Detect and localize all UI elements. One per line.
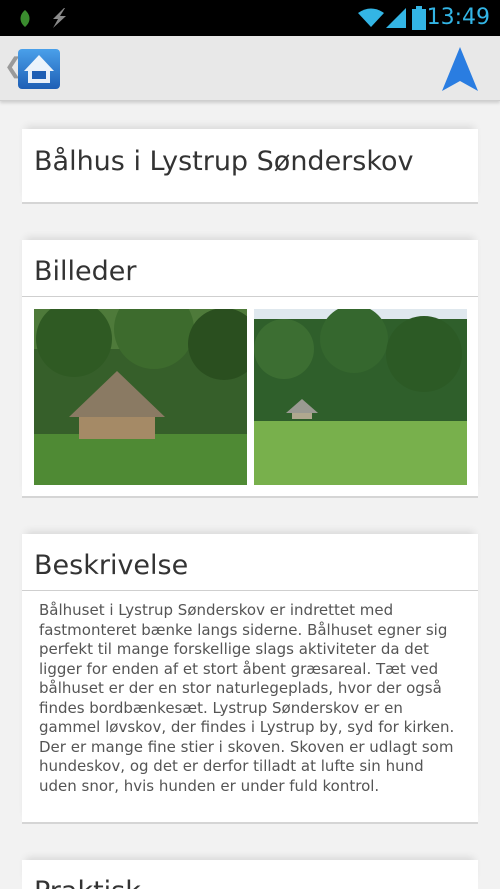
description-card: Beskrivelse Bålhuset i Lystrup Søndersko…	[22, 534, 478, 824]
battery-icon	[412, 6, 426, 30]
status-bar: 13:49	[0, 0, 500, 36]
signal-icon	[386, 8, 406, 28]
meadow-photo[interactable]	[254, 309, 467, 485]
clock: 13:49	[426, 5, 490, 30]
title-card: Bålhus i Lystrup Sønderskov	[22, 129, 478, 204]
description-heading: Beskrivelse	[34, 550, 189, 581]
wifi-icon	[358, 8, 384, 27]
action-bar: ❮	[0, 36, 500, 101]
photos-card: Billeder	[22, 240, 478, 498]
photos-heading: Billeder	[34, 256, 137, 287]
description-text: Bålhuset i Lystrup Sønderskov er indrett…	[39, 601, 455, 795]
divider	[22, 296, 478, 297]
app-logo-icon[interactable]	[18, 49, 60, 89]
place-title: Bålhus i Lystrup Sønderskov	[34, 146, 414, 177]
app-logo-graphic	[24, 55, 54, 83]
lightning-icon	[53, 8, 66, 28]
navigation-arrow-icon[interactable]	[442, 47, 478, 91]
shelter-photo[interactable]	[34, 309, 247, 485]
practical-heading: Praktisk	[22, 860, 478, 889]
leaf-icon	[20, 10, 30, 27]
practical-card: Praktisk	[22, 860, 478, 889]
